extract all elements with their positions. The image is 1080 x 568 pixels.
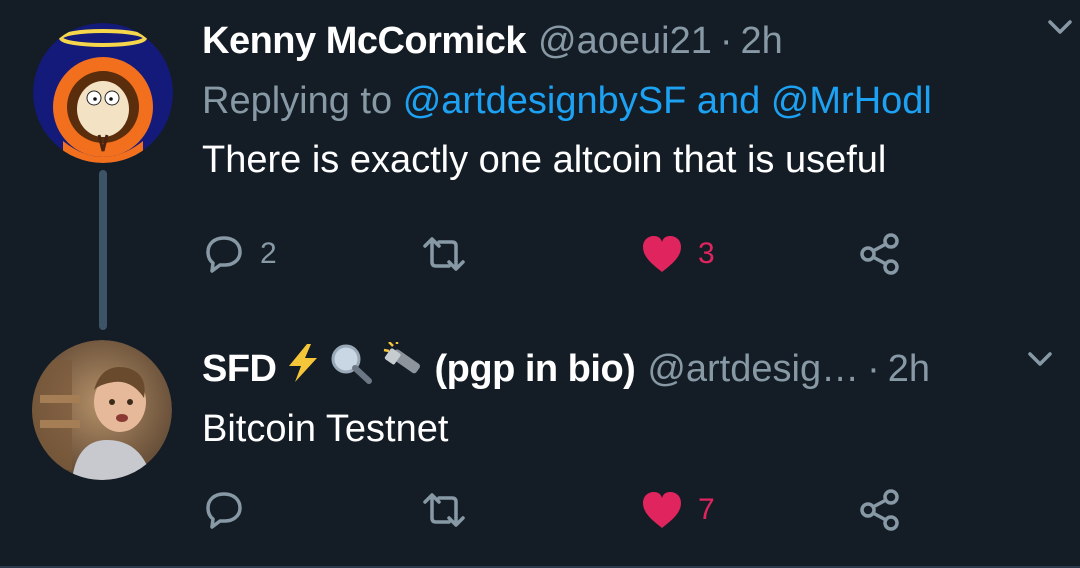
tweet-actions: 2 3 [202,226,1080,282]
heart-filled-icon [643,492,681,528]
mention-link[interactable]: @artdesignbySF [403,80,687,122]
heart-filled-icon [643,236,681,272]
timestamp[interactable]: 2h [888,346,930,392]
tweet-text: There is exactly one altcoin that is use… [202,139,887,181]
author-handle[interactable]: @artdesig… [647,346,859,392]
share-icon [860,233,899,275]
tweet[interactable]: SFD (pgp in bio) @artdesig… · 2h Bitcoin… [0,330,1080,568]
kenny-avatar-icon [33,23,173,163]
author-name[interactable]: SFD [202,346,277,392]
share-button[interactable] [858,226,902,282]
retweet-button[interactable] [417,226,485,282]
separator-dot: · [867,347,880,390]
share-button[interactable] [858,482,902,538]
tweet-text: Bitcoin Testnet [202,408,449,450]
reply-icon [206,236,242,273]
avatar[interactable] [33,23,173,163]
reply-button[interactable]: 2 [202,226,277,282]
separator-dot: · [719,20,733,62]
tweet-actions: 7 [202,482,1080,538]
replying-and[interactable]: and [697,80,760,122]
thread-connector [99,170,107,330]
flashlight-icon [379,340,423,395]
tweet[interactable]: Kenny McCormick @aoeui21 · 2h Replying t… [0,0,1080,330]
like-button[interactable]: 7 [640,482,715,538]
tweet-header: Kenny McCormick @aoeui21 · 2h [202,18,1040,64]
name-suffix[interactable]: (pgp in bio) [435,346,636,392]
replying-prefix: Replying to [202,80,393,122]
replying-to: Replying to @artdesignbySF and @MrHodl [202,78,1040,124]
like-button[interactable]: 3 [640,226,715,282]
retweet-icon [423,237,465,271]
chevron-down-icon[interactable] [1040,10,1080,44]
author-handle[interactable]: @aoeui21 [538,18,712,64]
child-photo-avatar [32,340,172,480]
author-name[interactable]: Kenny McCormick [202,18,527,64]
reply-button[interactable] [202,482,260,538]
chevron-down-icon[interactable] [1020,342,1060,376]
tweet-header: SFD (pgp in bio) @artdesig… · 2h [202,340,1040,395]
like-count: 3 [698,237,715,270]
mention-link[interactable]: @MrHodl [771,80,932,122]
share-icon [860,489,899,531]
retweet-icon [423,493,465,527]
lightning-icon [283,342,323,395]
timestamp[interactable]: 2h [741,18,783,64]
reply-count: 2 [260,237,277,270]
retweet-button[interactable] [417,482,485,538]
like-count: 7 [698,493,715,526]
magnifier-icon [329,342,373,395]
reply-icon [206,492,242,529]
avatar[interactable] [32,340,172,480]
